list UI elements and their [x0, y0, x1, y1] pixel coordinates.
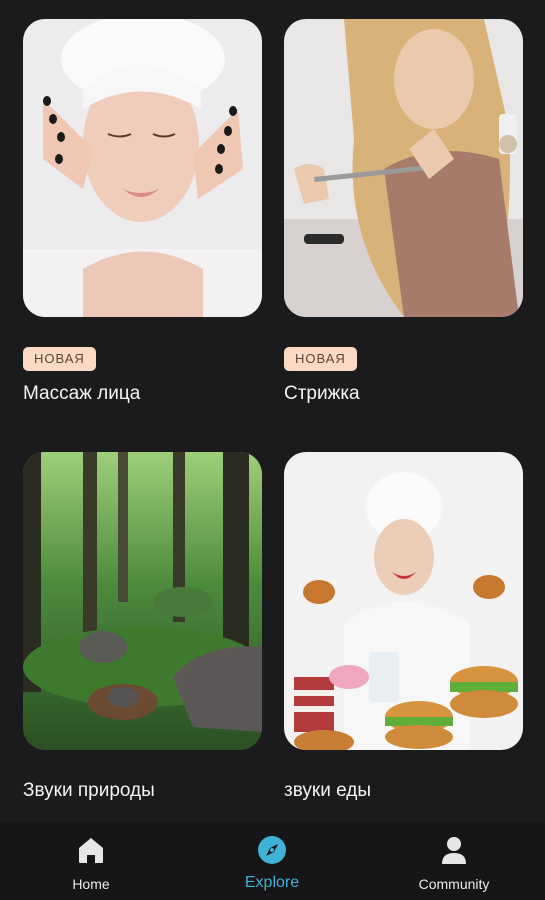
- card-title: звуки еды: [284, 780, 371, 801]
- card-title: Массаж лица: [23, 383, 141, 404]
- nav-home-label: Home: [72, 876, 110, 892]
- compass-icon: [256, 834, 288, 866]
- card-face-massage[interactable]: НОВАЯ Массаж лица: [23, 19, 262, 409]
- nav-community-label: Community: [418, 876, 490, 892]
- nav-community[interactable]: Community: [384, 822, 524, 900]
- bottom-nav-bar: Home Explore Community: [0, 822, 545, 900]
- nav-explore[interactable]: Explore: [202, 822, 342, 900]
- nav-home[interactable]: Home: [21, 822, 161, 900]
- card-image-face-massage[interactable]: [23, 19, 262, 317]
- new-badge: НОВАЯ: [284, 347, 357, 371]
- card-image-haircut[interactable]: [284, 19, 523, 317]
- card-title: Звуки природы: [23, 780, 155, 801]
- card-haircut[interactable]: НОВАЯ Стрижка: [284, 19, 523, 409]
- card-food-sounds[interactable]: звуки еды: [284, 452, 523, 812]
- nav-explore-label: Explore: [244, 874, 300, 891]
- user-icon: [438, 834, 470, 866]
- card-nature-sounds[interactable]: Звуки природы: [23, 452, 262, 812]
- home-icon: [75, 834, 107, 866]
- new-badge: НОВАЯ: [23, 347, 96, 371]
- card-image-nature-sounds[interactable]: [23, 452, 262, 750]
- content-grid: НОВАЯ Массаж лица НОВАЯ Стрижка Звуки пр…: [0, 0, 545, 822]
- card-image-food-sounds[interactable]: [284, 452, 523, 750]
- card-title: Стрижка: [284, 383, 360, 404]
